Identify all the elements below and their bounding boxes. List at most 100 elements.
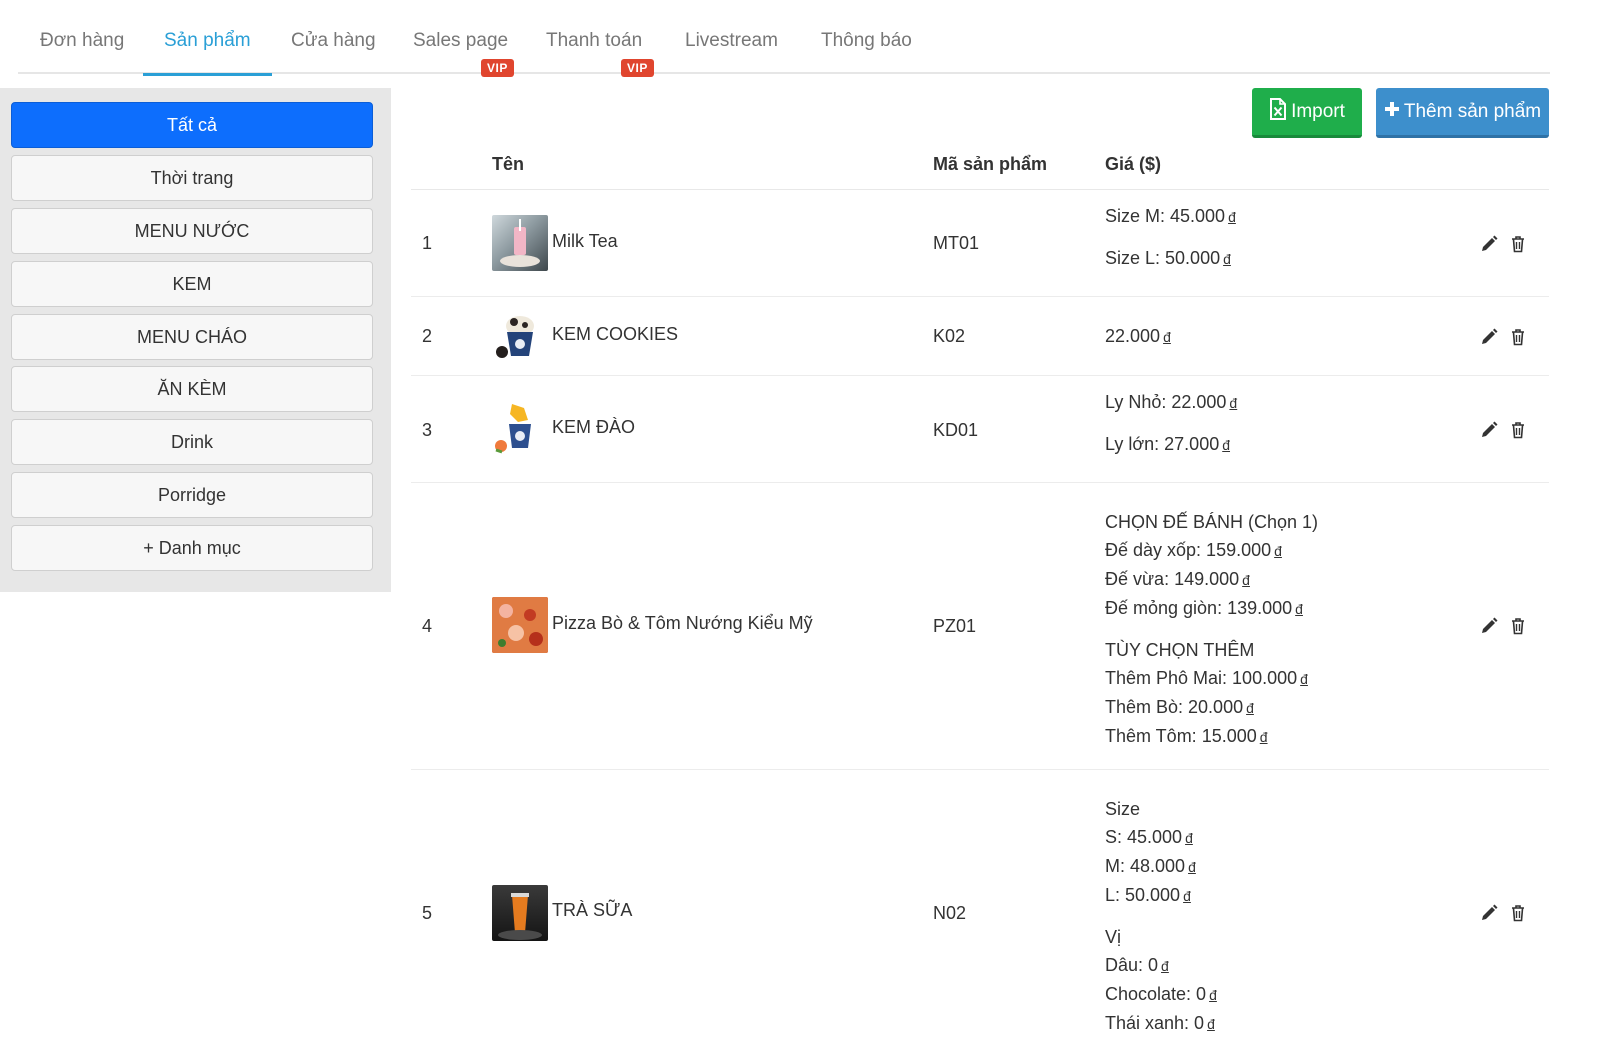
category-side-dishes[interactable]: ĂN KÈM bbox=[11, 366, 373, 412]
add-category-button[interactable]: + Danh mục bbox=[11, 525, 373, 571]
currency-symbol: đ bbox=[1259, 729, 1268, 745]
trash-icon[interactable] bbox=[1508, 616, 1528, 636]
table-row: 1 Milk Tea MT01 Size M: 45.000 đ Size L: … bbox=[411, 190, 1549, 297]
option-group-title: TÙY CHỌN THÊM bbox=[1105, 640, 1255, 660]
vip-badge: VIP bbox=[621, 59, 654, 77]
price-line: Dâu: 0đ bbox=[1105, 955, 1169, 975]
product-price: Size M: 45.000 đ Size L: 50.000 đ bbox=[1105, 202, 1236, 273]
trash-icon[interactable] bbox=[1508, 903, 1528, 923]
currency-symbol: đ bbox=[1242, 572, 1250, 588]
row-index: 4 bbox=[422, 616, 433, 636]
category-ice-cream[interactable]: KEM bbox=[11, 261, 373, 307]
row-index: 3 bbox=[422, 420, 433, 440]
price-line: 22.000 đ bbox=[1105, 326, 1171, 346]
category-all[interactable]: Tất cả bbox=[11, 102, 373, 148]
product-price: Ly Nhỏ: 22.000 đ Ly lớn: 27.000 đ bbox=[1105, 388, 1237, 459]
category-drinks-menu[interactable]: MENU NƯỚC bbox=[11, 208, 373, 254]
tab-products[interactable]: Sản phẩm bbox=[143, 30, 272, 76]
tab-payment-label: Thanh toán bbox=[546, 30, 643, 51]
price-line: Ly Nhỏ: 22.000 đ bbox=[1105, 392, 1238, 412]
product-thumbnail bbox=[492, 885, 548, 941]
currency-symbol: đ bbox=[1223, 251, 1231, 267]
product-name: TRÀ SỮA bbox=[552, 900, 633, 920]
category-sidebar: Tất cả Thời trang MENU NƯỚC KEM MENU CHÁ… bbox=[0, 88, 391, 592]
currency-symbol: đ bbox=[1274, 543, 1282, 559]
currency-symbol: đ bbox=[1228, 209, 1236, 225]
tab-payment[interactable]: Thanh toán VIP bbox=[546, 30, 654, 77]
row-index: 1 bbox=[422, 233, 433, 253]
price-line: Size M: 45.000 đ bbox=[1105, 206, 1236, 226]
currency-symbol: đ bbox=[1183, 888, 1191, 904]
currency-symbol: đ bbox=[1300, 671, 1308, 687]
price-line: Chocolate: 0đ bbox=[1105, 984, 1217, 1004]
currency-symbol: đ bbox=[1222, 437, 1231, 453]
price-line: Ly lớn: 27.000 đ bbox=[1105, 434, 1231, 454]
pencil-icon[interactable] bbox=[1479, 420, 1499, 440]
product-thumbnail bbox=[492, 597, 548, 653]
tab-sales-page-label: Sales page bbox=[413, 30, 509, 51]
table-row: 3 KEM ĐÀO KD01 Ly Nhỏ: 22.000 đ Ly lớn: 2… bbox=[411, 376, 1549, 483]
pencil-icon[interactable] bbox=[1479, 616, 1499, 636]
trash-icon[interactable] bbox=[1508, 234, 1528, 254]
price-line: Đế vừa: 149.000 đ bbox=[1105, 569, 1250, 589]
tab-store[interactable]: Cửa hàng bbox=[291, 30, 376, 74]
price-line: Đế mỏng giòn: 139.000 đ bbox=[1105, 598, 1303, 618]
currency-symbol: đ bbox=[1163, 329, 1171, 345]
trash-icon[interactable] bbox=[1508, 327, 1528, 347]
product-price: 22.000 đ bbox=[1105, 322, 1171, 351]
top-tab-bar: Đơn hàng Sản phẩm Cửa hàng Sales page VI… bbox=[18, 0, 1550, 77]
column-header-code: Mã sản phẩm bbox=[933, 154, 1048, 174]
category-drink[interactable]: Drink bbox=[11, 419, 373, 465]
currency-symbol: đ bbox=[1207, 1016, 1215, 1032]
table-row: 4 Pizza Bò & Tôm Nướng Kiểu Mỹ PZ01 CHỌN… bbox=[411, 483, 1549, 770]
product-name: Pizza Bò & Tôm Nướng Kiểu Mỹ bbox=[552, 613, 813, 633]
tab-livestream[interactable]: Livestream bbox=[685, 30, 778, 74]
tab-orders[interactable]: Đơn hàng bbox=[40, 30, 124, 74]
currency-symbol: đ bbox=[1209, 987, 1217, 1003]
product-thumbnail bbox=[492, 400, 548, 456]
product-code: K02 bbox=[933, 326, 966, 346]
category-porridge[interactable]: Porridge bbox=[11, 472, 373, 518]
row-index: 2 bbox=[422, 326, 433, 346]
price-line: M: 48.000 đ bbox=[1105, 856, 1196, 876]
currency-symbol: đ bbox=[1229, 395, 1238, 411]
tab-notifications[interactable]: Thông báo bbox=[821, 30, 912, 74]
add-product-button-label: Thêm sản phẩm bbox=[1403, 100, 1542, 122]
category-fashion[interactable]: Thời trang bbox=[11, 155, 373, 201]
table-row: 2 KEM COOKIES K02 22.000 đ bbox=[411, 297, 1549, 376]
pencil-icon[interactable] bbox=[1479, 903, 1499, 923]
product-name: KEM ĐÀO bbox=[552, 417, 636, 437]
plus-icon bbox=[1384, 101, 1400, 123]
product-thumbnail bbox=[492, 308, 548, 364]
price-line: Thêm Bò: 20.000 đ bbox=[1105, 697, 1254, 717]
currency-symbol: đ bbox=[1185, 830, 1193, 846]
row-index: 5 bbox=[422, 903, 433, 923]
price-line: L: 50.000 đ bbox=[1105, 885, 1191, 905]
add-product-button[interactable]: Thêm sản phẩm bbox=[1376, 88, 1549, 138]
product-code: MT01 bbox=[933, 233, 980, 253]
price-line: Thêm Phô Mai: 100.000 đ bbox=[1105, 668, 1308, 688]
currency-symbol: đ bbox=[1295, 601, 1303, 617]
currency-symbol: đ bbox=[1188, 859, 1196, 875]
option-group-title: CHỌN ĐẾ BÁNH (Chọn 1) bbox=[1105, 512, 1319, 532]
category-porridge-menu[interactable]: MENU CHÁO bbox=[11, 314, 373, 360]
column-header-price: Giá ($) bbox=[1105, 154, 1162, 174]
excel-file-icon bbox=[1269, 97, 1287, 126]
product-code: PZ01 bbox=[933, 616, 977, 636]
product-thumbnail bbox=[492, 215, 548, 271]
product-price: CHỌN ĐẾ BÁNH (Chọn 1) Đế dày xốp: 159.00… bbox=[1105, 508, 1318, 751]
product-name: KEM COOKIES bbox=[552, 324, 679, 344]
currency-symbol: đ bbox=[1161, 958, 1169, 974]
price-line: Thái xanh: 0đ bbox=[1105, 1013, 1215, 1033]
pencil-icon[interactable] bbox=[1479, 327, 1499, 347]
product-table-header: Tên Mã sản phẩm Giá ($) bbox=[411, 140, 1549, 190]
trash-icon[interactable] bbox=[1508, 420, 1528, 440]
product-price: Size S: 45.000 đ M: 48.000 đ L: 50.000 đ Vị… bbox=[1105, 795, 1217, 1038]
vip-badge: VIP bbox=[481, 59, 514, 77]
price-line: Đế dày xốp: 159.000 đ bbox=[1105, 540, 1282, 560]
option-group-title: Size bbox=[1105, 799, 1141, 819]
import-button[interactable]: Import bbox=[1252, 88, 1362, 138]
tab-sales-page[interactable]: Sales page VIP bbox=[413, 30, 514, 77]
product-code: KD01 bbox=[933, 420, 979, 440]
pencil-icon[interactable] bbox=[1479, 234, 1499, 254]
